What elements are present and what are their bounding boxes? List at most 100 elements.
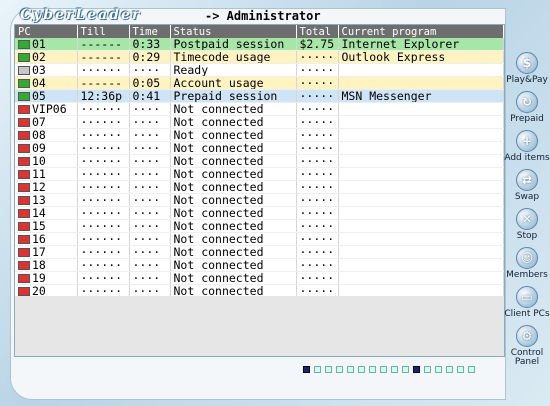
table-row[interactable]: 11 ······ ···· Not connected ····· [15,167,504,181]
time-cell: ···· [129,128,171,142]
page-dot[interactable] [435,366,442,373]
pc-cell: 09 [15,141,78,155]
pc-cell: 18 [15,258,78,272]
total-cell: ····· [296,180,339,194]
pc-status-icon [18,105,30,114]
pc-id: 12 [32,180,46,194]
table-row[interactable]: 08 ······ ···· Not connected ····· [15,128,504,142]
till-cell: ······ [77,63,130,77]
status-cell: Not connected [170,102,297,116]
page-dot[interactable] [402,366,409,373]
sidebar-label: Client PCs [504,309,550,319]
status-cell: Not connected [170,232,297,246]
table-row[interactable]: 09 ······ ···· Not connected ····· [15,141,504,155]
pc-id: 11 [32,167,46,181]
client-pcs-button[interactable]: ▭ Client PCs [504,286,550,325]
total-cell: $2.75 [296,38,339,51]
swap-button[interactable]: ⇄ Swap [504,169,550,208]
col-total[interactable]: Total [296,25,339,38]
time-cell: ···· [129,180,171,194]
pc-id: 18 [32,258,46,272]
stop-button[interactable]: ✕ Stop [504,208,550,247]
col-pc[interactable]: PC [15,25,78,38]
members-icon: ☺ [516,247,538,269]
pc-id: 05 [32,89,46,103]
pc-status-icon [18,66,30,75]
page-dot[interactable] [446,366,453,373]
pc-status-icon [18,118,30,127]
table-row[interactable]: 13 ······ ···· Not connected ····· [15,193,504,207]
table-row[interactable]: 01 ------ 0:33 Postpaid session $2.75 Interne… [15,38,504,51]
status-cell: Not connected [170,167,297,181]
pc-cell: 03 [15,63,78,77]
program-cell: MSN Messenger [338,89,504,103]
page-dot[interactable] [314,366,321,373]
play-pay-button[interactable]: $ Play&Pay [504,52,550,91]
status-cell: Not connected [170,219,297,233]
time-cell: ···· [129,271,171,285]
page-dot[interactable] [424,366,431,373]
pc-id: 16 [32,232,46,246]
program-cell [338,232,504,246]
table-row[interactable]: 17 ······ ···· Not connected ····· [15,245,504,259]
status-cell: Timecode usage [170,50,297,64]
page-dot[interactable] [413,366,420,373]
table-row[interactable]: 15 ······ ···· Not connected ····· [15,219,504,233]
col-program[interactable]: Current program [338,25,504,38]
table-row[interactable]: 16 ······ ···· Not connected ····· [15,232,504,246]
total-cell: ····· [296,141,339,155]
page-dot[interactable] [457,366,464,373]
page-dot[interactable] [468,366,475,373]
table-row[interactable]: 05 12:36p 0:41 Prepaid session ····· MSN Mess… [15,89,504,103]
col-status[interactable]: Status [170,25,297,38]
table-row[interactable]: VIP06 ······ ···· Not connected ····· [15,102,504,116]
status-cell: Not connected [170,193,297,207]
table-row[interactable]: 07 ······ ···· Not connected ····· [15,115,504,129]
pc-cell: 13 [15,193,78,207]
members-button[interactable]: ☺ Members [504,247,550,286]
stop-icon: ✕ [516,208,538,230]
time-cell: ···· [129,245,171,259]
table-row[interactable]: 14 ······ ···· Not connected ····· [15,206,504,220]
page-dot[interactable] [380,366,387,373]
table-row[interactable]: 12 ······ ···· Not connected ····· [15,180,504,194]
status-cell: Ready [170,63,297,77]
page-dot[interactable] [336,366,343,373]
table-row[interactable]: 19 ······ ···· Not connected ····· [15,271,504,285]
till-cell: ······ [77,219,130,233]
pc-cell: 04 [15,76,78,90]
pc-cell: 17 [15,245,78,259]
col-till[interactable]: Till [77,25,130,38]
sidebar: $ Play&Pay ↻ Prepaid + Add items ⇄ Swap ✕ Stop ☺ Me… [504,52,550,367]
prepaid-icon: ↻ [516,91,538,113]
prepaid-button[interactable]: ↻ Prepaid [504,91,550,130]
program-cell [338,271,504,285]
add-items-button[interactable]: + Add items [504,130,550,169]
page-dot[interactable] [303,366,310,373]
pc-status-icon [18,53,30,62]
table-row[interactable]: 02 ------ 0:29 Timecode usage ····· Outlook E… [15,50,504,64]
pc-status-icon [18,196,30,205]
table-row[interactable]: 03 ······ ···· Ready ····· [15,63,504,77]
status-cell: Not connected [170,180,297,194]
table-row[interactable]: 04 ------ 0:05 Account usage ····· [15,76,504,90]
pc-status-icon [18,183,30,192]
pc-id: 13 [32,193,46,207]
page-dot[interactable] [325,366,332,373]
pc-cell: 05 [15,89,78,103]
page-dot[interactable] [347,366,354,373]
table-row[interactable]: 10 ······ ···· Not connected ····· [15,154,504,168]
page-dot[interactable] [369,366,376,373]
col-time[interactable]: Time [129,25,171,38]
pc-cell: 02 [15,50,78,64]
pc-status-icon [18,209,30,218]
total-cell: ····· [296,193,339,207]
table-row[interactable]: 18 ······ ···· Not connected ····· [15,258,504,272]
page-dot[interactable] [358,366,365,373]
page-dot[interactable] [391,366,398,373]
status-cell: Not connected [170,245,297,259]
control-panel-button[interactable]: ⚙ Control Panel [504,325,550,367]
till-cell: 12:36p [77,89,130,103]
sidebar-label: Play&Pay [506,75,548,85]
status-cell: Not connected [170,154,297,168]
